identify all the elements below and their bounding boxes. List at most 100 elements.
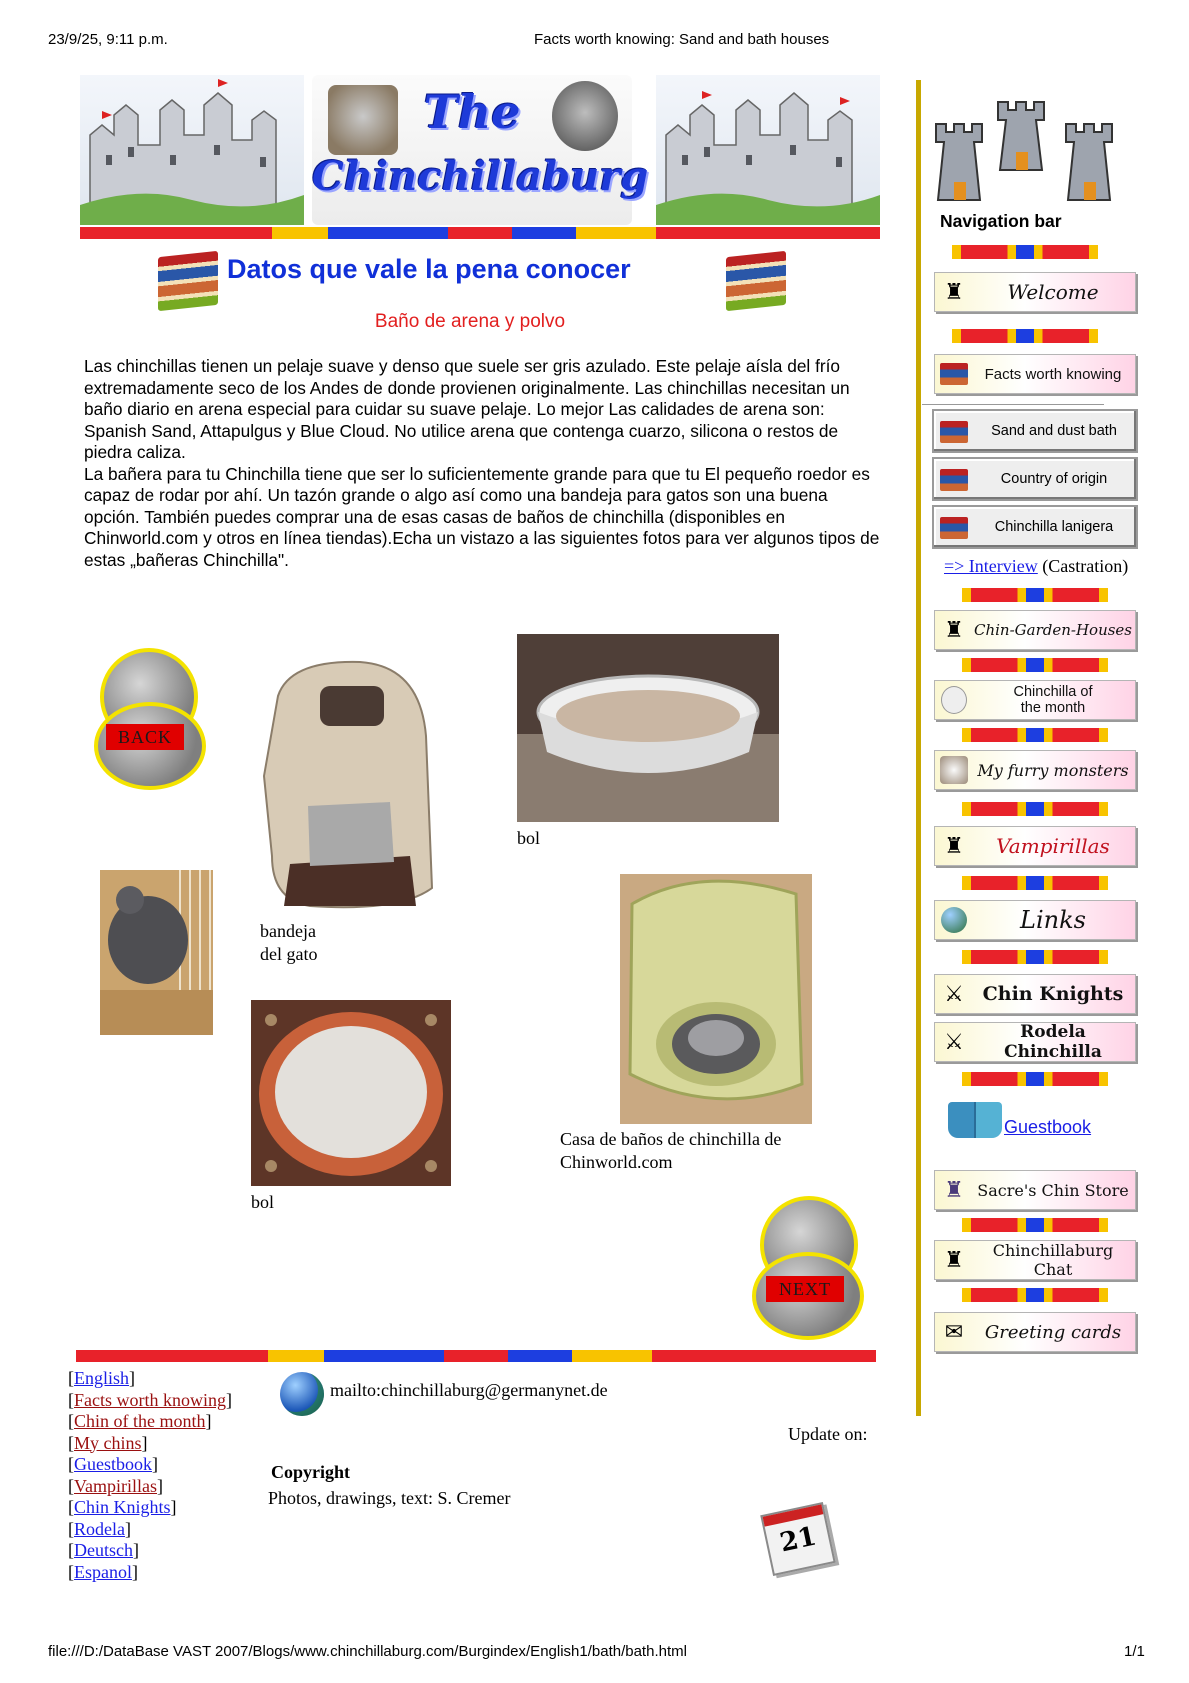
logo-line-1: The: [423, 85, 521, 139]
link-english[interactable]: English: [74, 1368, 129, 1388]
calendar-icon: 21: [760, 1502, 836, 1576]
print-url: file:///D:/DataBase VAST 2007/Blogs/www.…: [48, 1643, 687, 1660]
caption-cat-tray-line-2: del gato: [260, 944, 318, 964]
nav-cotm-line-2: the month: [1020, 700, 1086, 716]
nav-furry-label: My furry monsters: [977, 760, 1129, 780]
link-deutsch[interactable]: Deutsch: [74, 1540, 133, 1560]
nav-links[interactable]: Links: [934, 900, 1136, 940]
footer-link-vampirillas: [Vampirillas]: [68, 1475, 163, 1496]
next-sign: NEXT: [766, 1276, 844, 1302]
sidebar-heading: Navigation bar: [940, 211, 1062, 231]
castle-icon: ♜: [944, 1247, 964, 1273]
nav-divider: [952, 329, 1098, 343]
link-rodela[interactable]: Rodela: [74, 1519, 125, 1539]
link-my-chins[interactable]: My chins: [74, 1433, 142, 1453]
nav-chinchilla-of-the-month[interactable]: Chinchilla of the month: [934, 680, 1136, 720]
guestbook-link[interactable]: Guestbook: [1004, 1117, 1091, 1138]
back-sign: BACK: [106, 724, 184, 750]
nav-vampirillas-label: Vampirillas: [996, 834, 1110, 858]
nav-chat-label: Chinchillaburg Chat: [992, 1241, 1114, 1279]
nav-facts-worth-knowing[interactable]: Facts worth knowing: [934, 354, 1136, 394]
nav-sand-label: Sand and dust bath: [991, 423, 1117, 439]
link-guestbook[interactable]: Guestbook: [74, 1454, 152, 1474]
sidebar-rule: [916, 80, 921, 1416]
nav-rodela-chinchilla[interactable]: ⚔ Rodela Chinchilla: [934, 1022, 1136, 1062]
castle-icon: ♜: [944, 833, 964, 859]
back-button[interactable]: BACK: [86, 648, 208, 790]
next-button[interactable]: NEXT: [744, 1196, 866, 1340]
link-chin-of-the-month[interactable]: Chin of the month: [74, 1411, 206, 1431]
footer-link-espanol: [Espanol]: [68, 1561, 138, 1582]
nav-chinchillaburg-chat[interactable]: ♜ Chinchillaburg Chat: [934, 1240, 1136, 1280]
nav-my-furry-monsters[interactable]: My furry monsters: [934, 750, 1136, 790]
tower-icons: [934, 100, 1114, 204]
photo-chinworld-bath-house: [620, 874, 812, 1124]
link-facts-worth-knowing[interactable]: Facts worth knowing: [74, 1390, 226, 1410]
books-icon: [937, 359, 971, 389]
globe-icon[interactable]: [280, 1372, 324, 1416]
nav-country-label: Country of origin: [1000, 471, 1108, 487]
section-subtitle: Baño de arena y polvo: [374, 311, 566, 332]
crossed-swords-icon: ⚔: [944, 981, 964, 1007]
print-title: Facts worth knowing: Sand and bath house…: [534, 31, 830, 48]
tower-icon: ♜: [944, 279, 964, 305]
nav-country-of-origin[interactable]: Country of origin: [932, 457, 1138, 501]
books-icon-left: [158, 250, 218, 312]
nav-store-label: Sacre's Chin Store: [977, 1180, 1129, 1200]
nav-chin-garden-houses[interactable]: ♜ Chin-Garden-Houses: [934, 610, 1136, 650]
caption-bath-house-line-1: Casa de baños de chinchilla de: [560, 1129, 782, 1149]
logo-line-2: Chinchillaburg: [312, 153, 649, 200]
link-chin-knights[interactable]: Chin Knights: [74, 1497, 171, 1517]
article-paragraph-1: Las chinchillas tienen un pelaje suave y…: [84, 356, 850, 462]
nav-lanigera-label: Chinchilla lanigera: [994, 519, 1114, 535]
photo-white-bowl: [517, 634, 779, 822]
print-datetime: 23/9/25, 9:11 p.m.: [48, 31, 168, 48]
nav-vampirillas[interactable]: ♜ Vampirillas: [934, 826, 1136, 866]
article-paragraph-2: La bañera para tu Chinchilla tiene que s…: [84, 463, 880, 570]
guestbook-row: Guestbook: [948, 1098, 1091, 1138]
nav-divider: [962, 950, 1108, 964]
nav-divider: [962, 1072, 1108, 1086]
footer-link-facts: [Facts worth knowing]: [68, 1389, 232, 1410]
footer-link-cotm: [Chin of the month]: [68, 1411, 212, 1431]
nav-divider: [962, 658, 1108, 672]
interview-link[interactable]: => Interview: [944, 556, 1038, 576]
footer-link-knights: [Chin Knights]: [68, 1497, 177, 1517]
caption-cat-tray: bandeja del gato: [260, 920, 317, 966]
tower-icon: ♜: [944, 617, 964, 643]
nav-divider: [962, 588, 1108, 602]
shield-sword-icon: ⚔: [944, 1029, 964, 1055]
nav-divider: [952, 245, 1098, 259]
nav-facts-label: Facts worth knowing: [984, 365, 1122, 383]
page-title: Datos que vale la pena conocer: [227, 254, 631, 284]
nav-links-label: Links: [1020, 906, 1086, 934]
footer-link-deutsch: [Deutsch]: [68, 1540, 139, 1560]
nav-welcome-label: Welcome: [1007, 280, 1099, 304]
nav-sand-dust-bath[interactable]: Sand and dust bath: [932, 409, 1138, 453]
chinchilla-photo-icon: [937, 755, 971, 785]
footer-link-guestbook: [Guestbook]: [68, 1454, 158, 1474]
nav-chin-knights[interactable]: ⚔ Chin Knights: [934, 974, 1136, 1014]
nav-greeting-cards[interactable]: ✉ Greeting cards: [934, 1312, 1136, 1352]
nav-chinchilla-lanigera[interactable]: Chinchilla lanigera: [932, 505, 1138, 549]
nav-knights-label: Chin Knights: [982, 983, 1124, 1005]
nav-welcome[interactable]: ♜ Welcome: [934, 272, 1136, 312]
books-icon: [936, 415, 972, 447]
copyright-heading: Copyright: [271, 1462, 351, 1482]
site-logo[interactable]: The Chinchillaburg: [312, 75, 649, 225]
nav-sacres-chin-store[interactable]: ♜ Sacre's Chin Store: [934, 1170, 1136, 1210]
nav-garden-label: Chin-Garden-Houses: [973, 621, 1132, 639]
submenu-box: [922, 404, 1104, 405]
link-vampirillas[interactable]: Vampirillas: [74, 1476, 157, 1496]
print-page-number: 1/1: [1124, 1643, 1145, 1660]
interview-note: (Castration): [1042, 556, 1129, 576]
banner-divider: [80, 227, 880, 239]
copyright-text: Photos, drawings, text: S. Cremer: [268, 1488, 511, 1508]
interview-row: => Interview (Castration): [944, 556, 1128, 577]
open-book-icon: [948, 1102, 1002, 1138]
mailto-link[interactable]: mailto:chinchillaburg@germanynet.de: [330, 1380, 608, 1401]
nav-divider: [962, 1288, 1108, 1302]
link-espanol[interactable]: Espanol: [74, 1562, 132, 1582]
update-on-label: Update on:: [788, 1424, 868, 1444]
photo-cat-tray: [250, 656, 440, 914]
